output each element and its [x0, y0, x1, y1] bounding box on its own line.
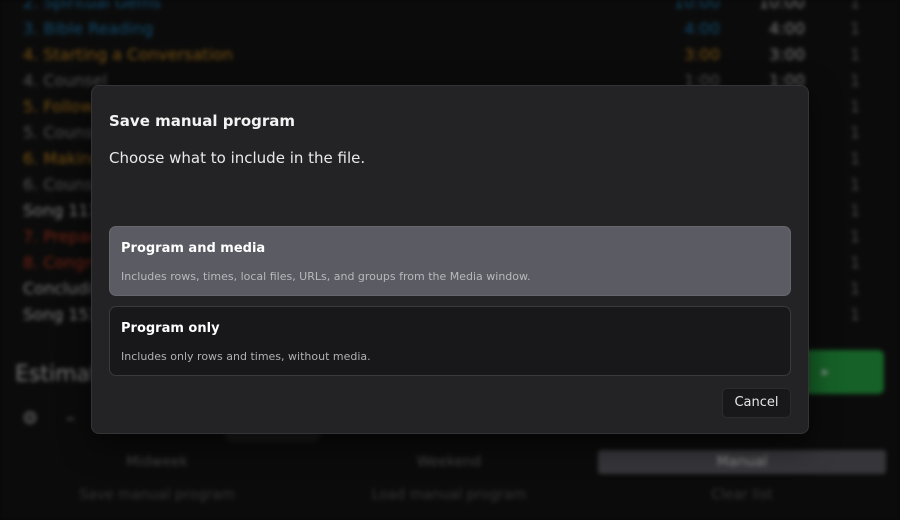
cancel-button[interactable]: Cancel — [722, 388, 791, 418]
option-program-only[interactable]: Program only Includes only rows and time… — [109, 306, 791, 376]
option-description: Includes only rows and times, without me… — [121, 350, 371, 363]
option-program-and-media[interactable]: Program and media Includes rows, times, … — [109, 226, 791, 296]
dialog-title: Save manual program — [109, 112, 296, 130]
dialog-message: Choose what to include in the file. — [109, 149, 366, 167]
option-label: Program only — [121, 321, 220, 336]
option-label: Program and media — [121, 241, 266, 256]
option-description: Includes rows, times, local files, URLs,… — [121, 270, 531, 283]
save-manual-program-dialog: Save manual program Choose what to inclu… — [91, 85, 809, 434]
